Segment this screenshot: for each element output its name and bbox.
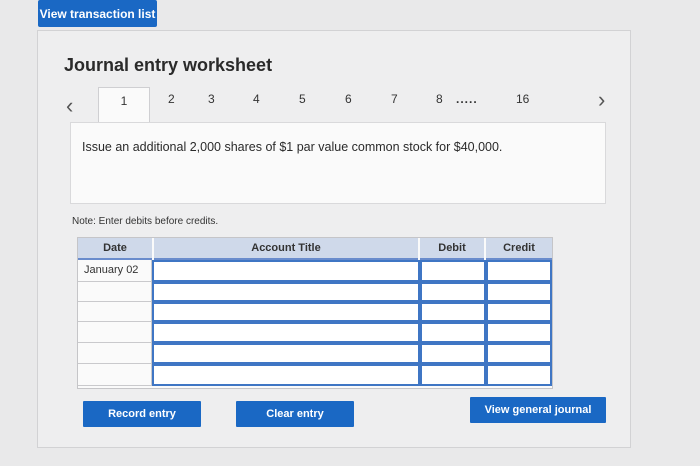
view-transaction-list-button[interactable]: View transaction list: [38, 0, 157, 27]
date-header: Date: [78, 238, 152, 260]
date-cell[interactable]: [78, 364, 152, 386]
credit-input[interactable]: [486, 343, 552, 364]
journal-entry-panel: Journal entry worksheet ‹ › 1 2 3 4 5 6 …: [37, 30, 631, 448]
page-tab-label: 6: [345, 92, 352, 106]
debit-input[interactable]: [420, 302, 486, 322]
clear-entry-button[interactable]: Clear entry: [236, 401, 354, 427]
date-cell[interactable]: [78, 322, 152, 343]
page-tab-label: 7: [391, 92, 398, 106]
account-title-input[interactable]: [152, 364, 420, 386]
credit-input[interactable]: [486, 260, 552, 282]
debit-header: Debit: [420, 238, 484, 260]
page-tab-16[interactable]: 16: [516, 89, 529, 109]
worksheet-title: Journal entry worksheet: [64, 55, 273, 75]
page-tab-label: 3: [208, 92, 215, 106]
chevron-right-icon[interactable]: ›: [598, 89, 605, 111]
page-tab-8[interactable]: 8: [436, 89, 443, 109]
page-tab-1[interactable]: 1: [98, 87, 150, 125]
credit-header: Credit: [486, 238, 552, 260]
page-tabs: 1 2 3 4 5 6 7 8 ..... 16: [98, 87, 538, 125]
journal-entry-table: Date Account Title Debit Credit January …: [77, 237, 553, 389]
page-tab-2[interactable]: 2: [168, 89, 175, 109]
ellipsis-label: .....: [456, 92, 478, 106]
transaction-description: Issue an additional 2,000 shares of $1 p…: [82, 140, 503, 154]
account-title-input[interactable]: [152, 322, 420, 343]
chevron-left-icon[interactable]: ‹: [66, 95, 73, 117]
date-value: January 02: [84, 264, 139, 276]
page-ellipsis: .....: [456, 89, 478, 109]
date-cell[interactable]: [78, 302, 152, 322]
page-tab-4[interactable]: 4: [253, 89, 260, 109]
page-tab-label: 8: [436, 92, 443, 106]
transaction-description-box: Issue an additional 2,000 shares of $1 p…: [70, 122, 606, 204]
credit-input[interactable]: [486, 302, 552, 322]
account-title-input[interactable]: [152, 260, 420, 282]
page-tab-label: 4: [253, 92, 260, 106]
page-tab-3[interactable]: 3: [208, 89, 215, 109]
page-tab-6[interactable]: 6: [345, 89, 352, 109]
account-title-header: Account Title: [154, 238, 418, 260]
credit-input[interactable]: [486, 282, 552, 302]
record-entry-button[interactable]: Record entry: [83, 401, 201, 427]
account-title-input[interactable]: [152, 282, 420, 302]
date-cell[interactable]: [78, 282, 152, 302]
date-cell[interactable]: [78, 343, 152, 364]
debit-input[interactable]: [420, 282, 486, 302]
page-tab-5[interactable]: 5: [299, 89, 306, 109]
credit-input[interactable]: [486, 364, 552, 386]
account-title-input[interactable]: [152, 343, 420, 364]
account-title-input[interactable]: [152, 302, 420, 322]
debit-input[interactable]: [420, 364, 486, 386]
page-tab-label: 2: [168, 92, 175, 106]
page-tab-label: 5: [299, 92, 306, 106]
view-general-journal-button[interactable]: View general journal: [470, 397, 606, 423]
date-cell[interactable]: January 02: [78, 260, 152, 282]
note-text: Note: Enter debits before credits.: [72, 216, 219, 227]
page-tab-label: 16: [516, 92, 530, 106]
page-tab-7[interactable]: 7: [391, 89, 398, 109]
debit-input[interactable]: [420, 322, 486, 343]
page-tab-label: 1: [120, 94, 128, 108]
credit-input[interactable]: [486, 322, 552, 343]
debit-input[interactable]: [420, 343, 486, 364]
debit-input[interactable]: [420, 260, 486, 282]
